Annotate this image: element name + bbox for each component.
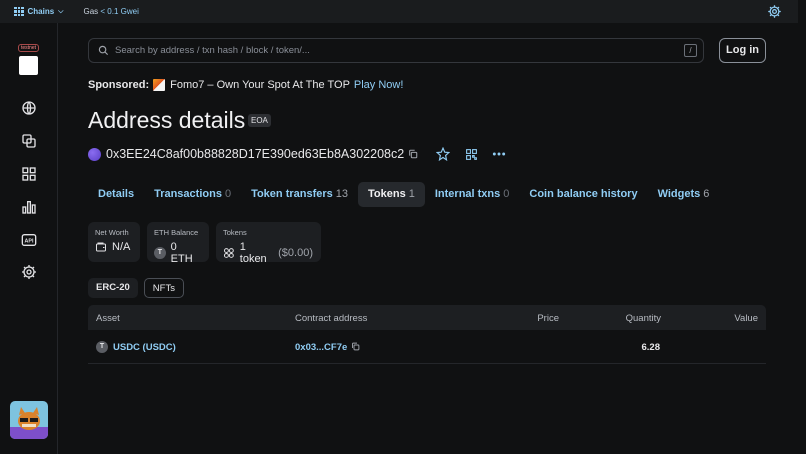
search-bar[interactable]: / xyxy=(88,38,704,63)
wallet-icon xyxy=(96,242,106,252)
tab-token-transfers[interactable]: Token transfers 13 xyxy=(241,182,358,207)
card-label: Tokens xyxy=(223,228,247,237)
tokens-circles-icon xyxy=(223,248,234,258)
watchlist-button[interactable] xyxy=(432,143,454,165)
tab-label: Coin balance history xyxy=(529,188,638,200)
settings-gear-icon[interactable] xyxy=(767,4,782,19)
copy-icon[interactable] xyxy=(351,342,360,351)
address-hash: 0x3EE24C8af00b88828D17E390ed63Eb8A302208… xyxy=(106,147,405,161)
tab-label: Internal txns xyxy=(434,188,501,200)
network-logo[interactable] xyxy=(19,56,38,75)
sponsored-banner: Sponsored: Fomo7 – Own Your Spot At The … xyxy=(88,79,403,91)
address-identicon xyxy=(88,147,101,161)
eoa-badge: EOA xyxy=(248,114,271,127)
filter-nfts-button[interactable]: NFTs xyxy=(143,278,184,298)
gear-icon[interactable] xyxy=(21,264,37,280)
sponsored-text: Fomo7 – Own Your Spot At The TOP xyxy=(170,79,350,91)
sponsored-label: Sponsored: xyxy=(88,79,150,91)
more-options-button[interactable] xyxy=(488,143,510,165)
page-title: Address details xyxy=(88,107,246,133)
chains-grid-icon xyxy=(14,6,24,17)
tab-label: Token transfers xyxy=(251,188,333,200)
chains-menu[interactable]: Chains ⌵ xyxy=(14,6,64,17)
qr-code-icon xyxy=(465,148,477,160)
column-header-contract: Contract address xyxy=(295,313,368,324)
more-dots-icon xyxy=(493,152,506,156)
star-icon xyxy=(436,147,451,161)
address-tabs: Details Transactions 0 Token transfers 13 … xyxy=(88,182,719,207)
tab-internal-txns[interactable]: Internal txns 0 xyxy=(425,182,520,207)
login-button[interactable]: Log in xyxy=(719,38,766,63)
apps-grid-icon[interactable] xyxy=(21,166,37,182)
api-icon[interactable]: API xyxy=(21,232,37,248)
tab-transactions[interactable]: Transactions 0 xyxy=(144,182,241,207)
testnet-badge: testnet xyxy=(18,44,40,52)
table-row: T USDC (USDC) 0x03...CF7e 6.28 xyxy=(88,330,766,364)
address-row: 0x3EE24C8af00b88828D17E390ed63Eb8A302208… xyxy=(88,143,510,165)
card-value: 1 token xyxy=(239,241,267,265)
stats-chart-icon[interactable] xyxy=(21,199,37,215)
summary-cards: Net Worth N/A ETH Balance T 0 ETH Tokens… xyxy=(88,222,321,265)
table-header: Asset Contract address Price Quantity Va… xyxy=(88,305,766,330)
qr-code-button[interactable] xyxy=(460,143,482,165)
contract-address-link[interactable]: 0x03...CF7e xyxy=(295,342,347,353)
fomo7-logo-icon xyxy=(153,79,166,91)
user-avatar[interactable] xyxy=(10,401,48,439)
usdc-token-icon: T xyxy=(96,341,108,353)
eth-balance-card: ETH Balance T 0 ETH xyxy=(147,222,209,265)
card-label: ETH Balance xyxy=(154,228,199,237)
token-type-filters: ERC-20 NFTs xyxy=(88,278,184,298)
tab-tokens[interactable]: Tokens 1 xyxy=(358,182,425,207)
tab-coin-balance-history[interactable]: Coin balance history xyxy=(519,182,647,207)
tokens-card[interactable]: Tokens 1 token ($0.00) xyxy=(216,222,321,265)
copy-icon[interactable] xyxy=(408,149,418,159)
search-input[interactable] xyxy=(115,45,675,56)
tab-count: 0 xyxy=(503,188,510,200)
tab-label: Widgets xyxy=(657,188,701,200)
column-header-value: Value xyxy=(734,313,758,324)
chains-label: Chains xyxy=(27,7,55,16)
search-shortcut-hint: / xyxy=(684,44,697,57)
tokens-table: Asset Contract address Price Quantity Va… xyxy=(88,305,766,364)
card-value: N/A xyxy=(112,241,131,253)
globe-icon[interactable] xyxy=(21,100,37,116)
tab-label: Tokens xyxy=(368,188,406,200)
tokens-icon[interactable] xyxy=(21,133,37,149)
chevron-down-icon: ⌵ xyxy=(58,7,64,15)
card-subvalue: ($0.00) xyxy=(278,247,313,259)
eth-token-icon: T xyxy=(154,247,166,259)
search-icon xyxy=(98,45,109,56)
sponsored-cta-link[interactable]: Play Now! xyxy=(354,79,404,91)
card-label: Net Worth xyxy=(95,228,129,237)
api-icon-label: API xyxy=(25,238,34,244)
tab-count: 6 xyxy=(703,188,710,200)
net-worth-card: Net Worth N/A xyxy=(88,222,140,262)
sidebar: testnet API xyxy=(0,23,58,454)
tab-count: 13 xyxy=(335,188,349,200)
top-bar: Chains ⌵ Gas < 0.1 Gwei xyxy=(0,0,798,23)
gas-price[interactable]: Gas < 0.1 Gwei xyxy=(83,7,138,16)
gas-value: < 0.1 Gwei xyxy=(100,7,139,16)
column-header-asset: Asset xyxy=(96,313,120,324)
gas-label: Gas xyxy=(83,7,99,16)
column-header-quantity: Quantity xyxy=(625,313,661,324)
tab-label: Details xyxy=(98,188,135,200)
asset-link[interactable]: USDC (USDC) xyxy=(113,342,176,353)
tab-details[interactable]: Details xyxy=(88,182,144,207)
card-value: 0 ETH xyxy=(170,241,193,265)
quantity-cell: 6.28 xyxy=(641,342,661,353)
tab-label: Transactions xyxy=(154,188,222,200)
column-header-price: Price xyxy=(537,313,559,324)
tab-count: 1 xyxy=(408,188,415,200)
filter-erc20-button[interactable]: ERC-20 xyxy=(88,278,138,298)
tab-count: 0 xyxy=(224,188,232,200)
tab-widgets[interactable]: Widgets 6 xyxy=(648,182,720,207)
